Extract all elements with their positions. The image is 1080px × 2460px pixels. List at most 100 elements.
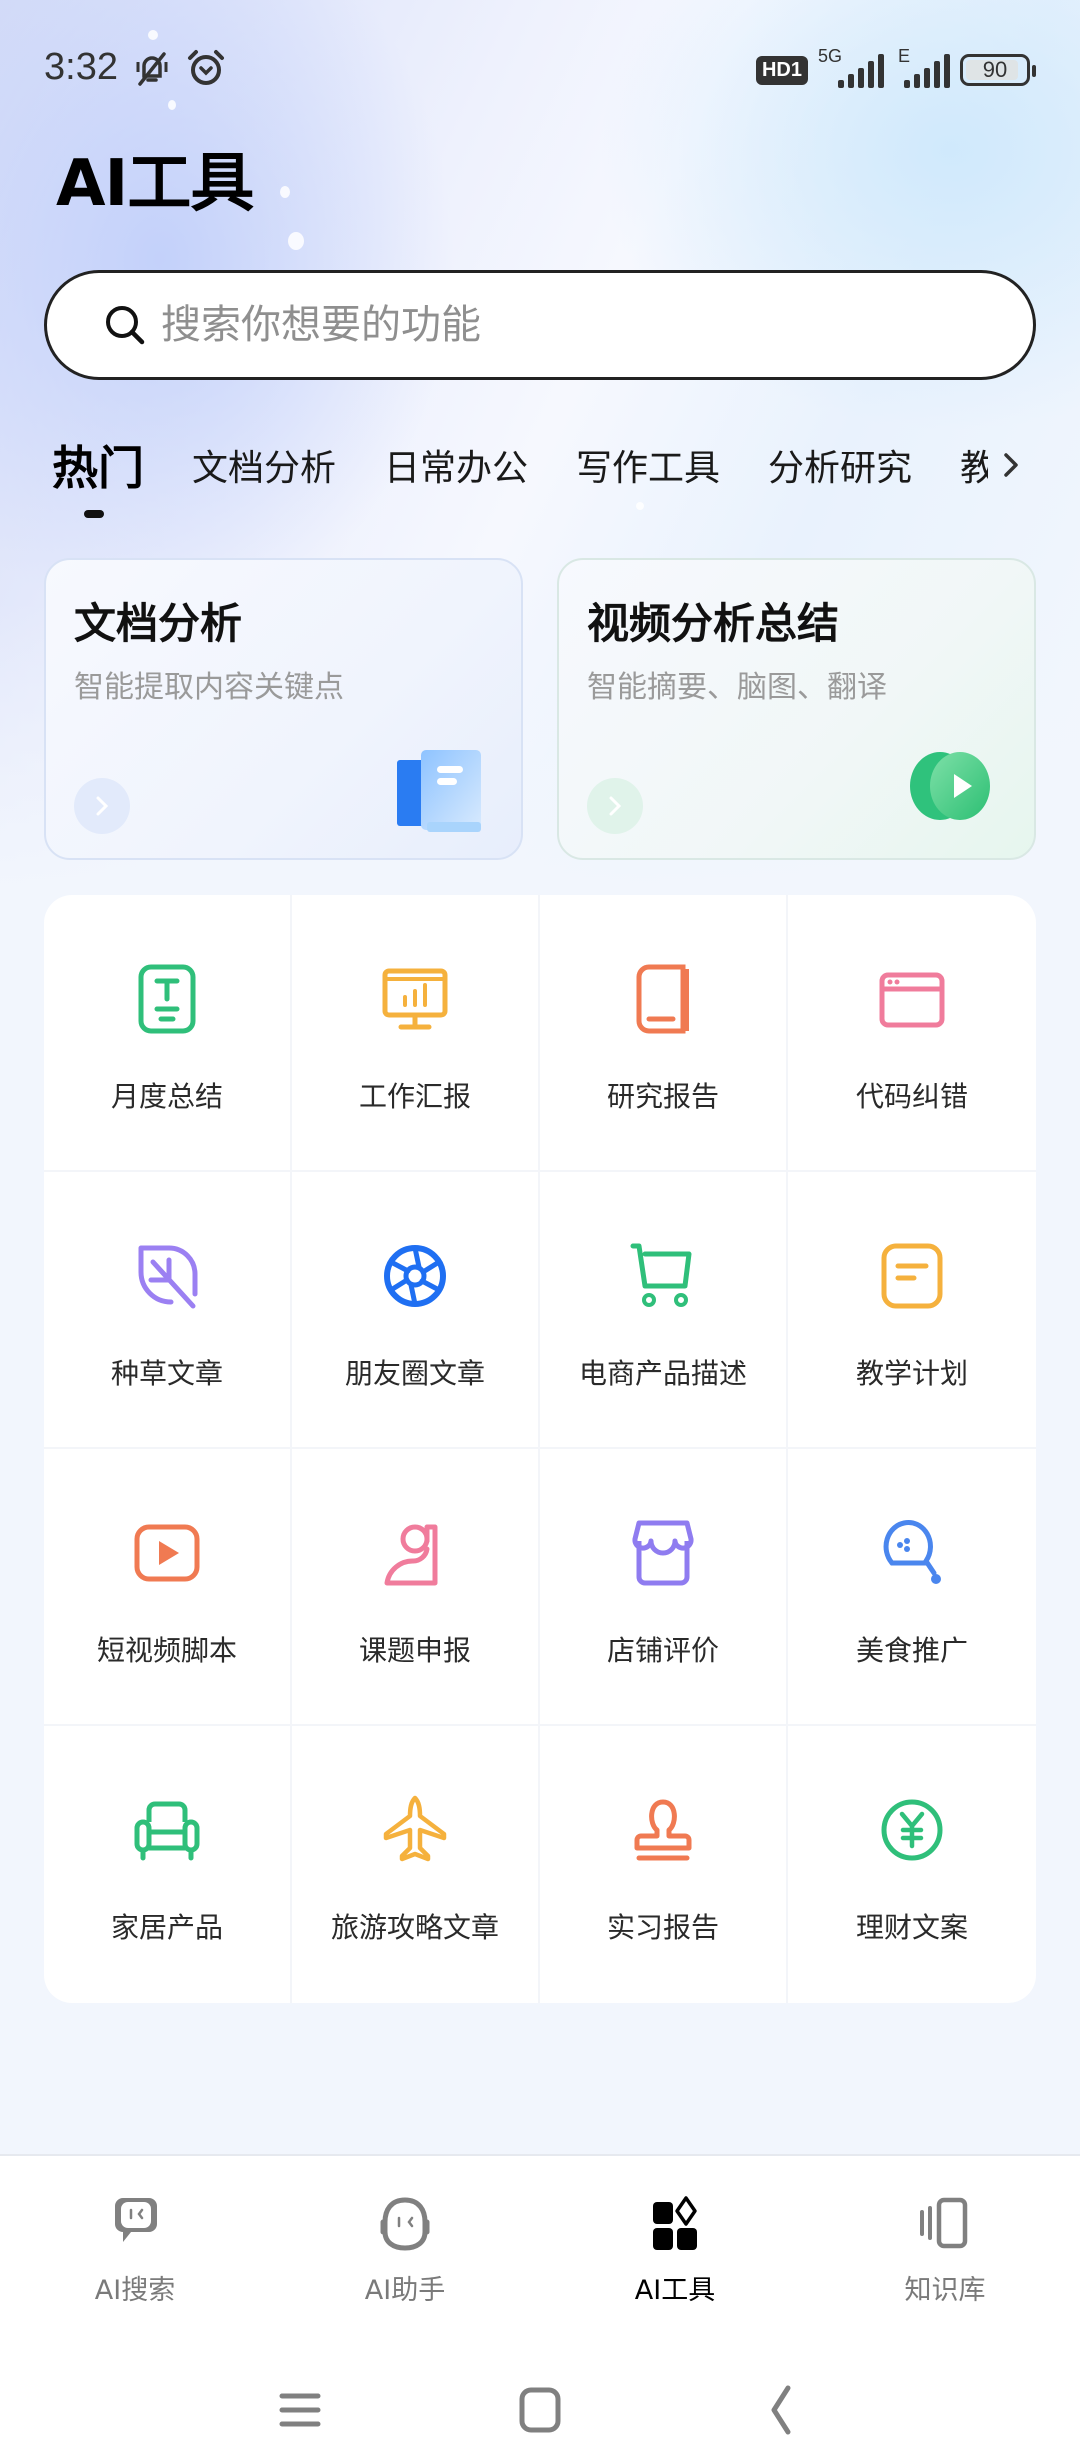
tab-writing-tools[interactable]: 写作工具: [576, 439, 720, 491]
system-home-button[interactable]: [510, 2380, 570, 2440]
featured-tools: 文档分析 智能提取内容关键点 视频分析总结 智能摘要、脑图、翻译: [44, 558, 1036, 860]
battery-icon: 90: [960, 54, 1036, 86]
search-input[interactable]: [161, 302, 961, 348]
tool-travel-guide[interactable]: 旅游攻略文章: [292, 1726, 540, 2003]
presentation-chart-icon: [382, 968, 448, 1030]
chat-bubble-face-icon: [115, 2198, 157, 2242]
tool-label: 课题申报: [358, 1634, 471, 1667]
feature-card-document-analysis[interactable]: 文档分析 智能提取内容关键点: [44, 558, 523, 860]
tool-label: 短视频脚本: [96, 1634, 237, 1667]
card-stack-icon: [920, 2197, 968, 2249]
leaf-icon: [138, 1245, 198, 1309]
text-tablet-icon: [138, 964, 196, 1034]
feature-card-go-button[interactable]: [587, 778, 643, 834]
tool-label: 实习报告: [606, 1911, 719, 1944]
tool-moments-article[interactable]: 朋友圈文章: [292, 1172, 540, 1449]
person-desk-icon: [384, 1524, 438, 1586]
tool-label: 电商产品描述: [578, 1357, 747, 1390]
feature-card-title: 文档分析: [74, 599, 243, 648]
status-time: 3:32: [44, 46, 118, 88]
menu-icon: [279, 2393, 321, 2427]
tool-label: 月度总结: [110, 1080, 223, 1113]
tool-label: 理财文案: [855, 1911, 968, 1944]
tab-analysis-research[interactable]: 分析研究: [768, 439, 912, 491]
hd-badge: HD1: [755, 55, 808, 85]
tool-label: 朋友圈文章: [344, 1357, 485, 1390]
nav-label: AI工具: [634, 2275, 716, 2306]
tool-teaching-plan[interactable]: 教学计划: [788, 1172, 1036, 1449]
nav-knowledge-base[interactable]: 知识库: [810, 2156, 1080, 2326]
tool-food-promotion[interactable]: 美食推广: [788, 1449, 1036, 1726]
tool-label: 店铺评价: [606, 1634, 719, 1667]
tool-finance-copy[interactable]: 理财文案: [788, 1726, 1036, 2003]
yen-coin-icon: [881, 1799, 943, 1861]
tool-label: 研究报告: [606, 1080, 719, 1113]
feature-card-go-button[interactable]: [74, 778, 130, 834]
tool-store-review[interactable]: 店铺评价: [540, 1449, 788, 1726]
book-icon: [636, 964, 689, 1034]
mute-icon: [136, 52, 168, 86]
nav-ai-search[interactable]: AI搜索: [0, 2156, 270, 2326]
tool-label: 工作汇报: [358, 1080, 471, 1113]
feature-card-subtitle: 智能提取内容关键点: [74, 670, 344, 705]
tool-short-video-script[interactable]: 短视频脚本: [44, 1449, 292, 1726]
feature-card-video-summary[interactable]: 视频分析总结 智能摘要、脑图、翻译: [557, 558, 1036, 860]
play-coin-icon: [910, 752, 990, 820]
feature-card-subtitle: 智能摘要、脑图、翻译: [587, 670, 887, 705]
chevron-right-icon: [609, 796, 622, 816]
tools-grid: 月度总结 工作汇报 研究报告 代码纠错 种草文章 朋友圈文章 电商产品描述 教学…: [44, 895, 1036, 2003]
tool-label: 美食推广: [855, 1634, 968, 1667]
system-menu-button[interactable]: [270, 2380, 330, 2440]
chevron-right-icon: [96, 796, 109, 816]
tool-project-application[interactable]: 课题申报: [292, 1449, 540, 1726]
document-stack-icon: [397, 750, 481, 832]
apps-grid-icon: [653, 2196, 697, 2250]
tool-work-report[interactable]: 工作汇报: [292, 895, 540, 1172]
nav-label: 知识库: [904, 2275, 986, 2306]
video-play-icon: [134, 1524, 200, 1582]
aperture-icon: [384, 1245, 446, 1307]
tool-code-correction[interactable]: 代码纠错: [788, 895, 1036, 1172]
sparkle-decoration: [280, 186, 290, 198]
tool-recommendation-article[interactable]: 种草文章: [44, 1172, 292, 1449]
storefront-icon: [632, 1520, 694, 1586]
tool-label: 教学计划: [855, 1357, 968, 1390]
tool-monthly-summary[interactable]: 月度总结: [44, 895, 292, 1172]
nav-ai-assistant[interactable]: AI助手: [270, 2156, 540, 2326]
signal-e-icon: E: [894, 46, 950, 90]
shopping-cart-icon: [630, 1243, 692, 1307]
tool-label: 代码纠错: [855, 1080, 968, 1113]
tool-label: 旅游攻略文章: [330, 1911, 499, 1944]
tool-label: 家居产品: [110, 1911, 223, 1944]
nav-ai-tools[interactable]: AI工具: [540, 2156, 810, 2326]
stamp-icon: [634, 1799, 692, 1861]
sparkle-decoration: [148, 30, 158, 40]
home-icon: [519, 2387, 561, 2433]
tab-education[interactable]: 教: [960, 439, 988, 491]
search-icon: [106, 306, 145, 345]
sparkle-decoration: [288, 232, 304, 250]
nav-label: AI助手: [364, 2275, 446, 2306]
tab-hot[interactable]: 热门: [52, 432, 144, 518]
tool-ecommerce-description[interactable]: 电商产品描述: [540, 1172, 788, 1449]
tab-daily-office[interactable]: 日常办公: [384, 439, 528, 491]
page-title: AI工具: [56, 147, 254, 221]
robot-face-icon: [380, 2197, 430, 2251]
chevron-right-icon[interactable]: [1000, 447, 1024, 483]
system-back-button[interactable]: [750, 2380, 810, 2440]
sparkle-decoration: [168, 100, 176, 110]
armchair-icon: [134, 1801, 200, 1861]
nav-label: AI搜索: [94, 2275, 176, 2306]
category-tabs: 热门 文档分析 日常办公 写作工具 分析研究 教: [52, 425, 1052, 518]
tool-home-products[interactable]: 家居产品: [44, 1726, 292, 2003]
status-bar: 3:32 HD1 5G E 90: [0, 40, 1080, 100]
browser-window-icon: [879, 972, 945, 1028]
drumstick-icon: [883, 1520, 941, 1584]
tool-research-report[interactable]: 研究报告: [540, 895, 788, 1172]
tab-document-analysis[interactable]: 文档分析: [192, 439, 336, 491]
feature-card-title: 视频分析总结: [587, 599, 840, 648]
search-bar[interactable]: [44, 270, 1036, 380]
tool-internship-report[interactable]: 实习报告: [540, 1726, 788, 2003]
battery-level: 90: [982, 57, 1008, 82]
signal-5g-icon: 5G: [818, 46, 884, 90]
